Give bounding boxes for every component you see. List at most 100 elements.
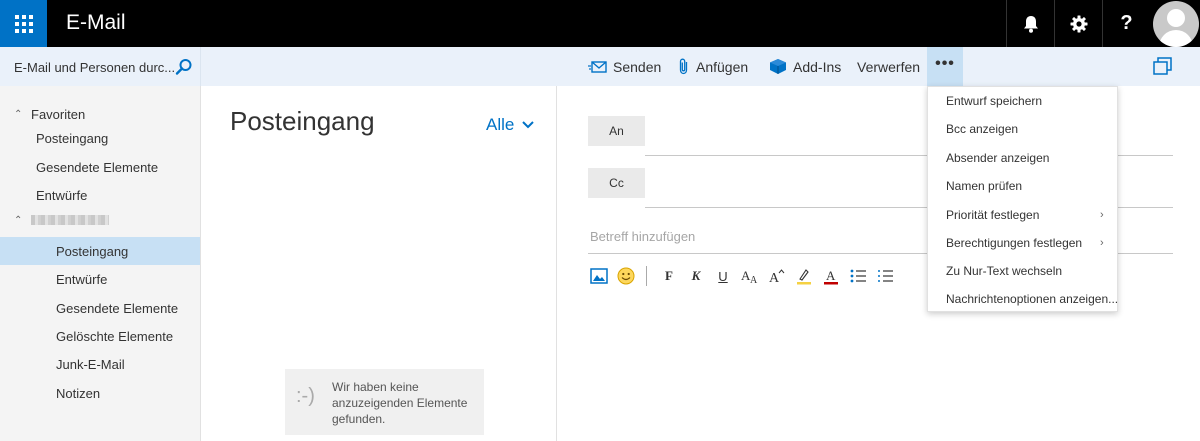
folder-item-label: Gelöschte Elemente xyxy=(56,328,174,344)
emoji-icon xyxy=(617,267,635,285)
chevron-right-icon: › xyxy=(1100,237,1104,249)
addins-icon xyxy=(770,59,786,74)
page-title: Posteingang xyxy=(230,106,375,136)
paperclip-icon xyxy=(679,58,688,75)
attach-label: Anfügen xyxy=(696,58,749,75)
notifications-button[interactable] xyxy=(1006,0,1054,47)
menu-item-save-draft[interactable]: Entwurf speichern xyxy=(928,87,1117,115)
menu-item-show-bcc[interactable]: Bcc anzeigen xyxy=(928,115,1117,143)
folder-item-label: Posteingang xyxy=(56,243,129,259)
empty-state-text: Wir haben keine anzuzeigenden Elemente g… xyxy=(332,380,468,426)
favorite-item-inbox[interactable]: Posteingang xyxy=(0,124,200,152)
attach-button[interactable]: Anfügen xyxy=(678,47,748,86)
more-options-menu: Entwurf speichern Bcc anzeigen Absender … xyxy=(927,86,1118,312)
app-title: E-Mail xyxy=(66,11,126,34)
favorite-item-label: Posteingang xyxy=(36,130,109,146)
italic-button[interactable]: K xyxy=(685,265,707,287)
favorites-label: Favoriten xyxy=(31,106,86,122)
underline-button[interactable]: U xyxy=(712,265,734,287)
account-name-blurred xyxy=(31,215,109,225)
menu-item-label: Namen prüfen xyxy=(946,179,1023,193)
cc-button[interactable]: Cc xyxy=(588,168,645,198)
folder-item-notes[interactable]: Notizen xyxy=(0,379,200,407)
grow-font-button[interactable]: A xyxy=(766,265,788,287)
folder-item-label: Entwürfe xyxy=(56,271,108,287)
folder-item-label: Notizen xyxy=(56,385,101,401)
menu-item-set-permissions[interactable]: Berechtigungen festlegen › xyxy=(928,229,1117,257)
font-size-button[interactable]: A A xyxy=(739,265,761,287)
menu-item-message-options[interactable]: Nachrichtenoptionen anzeigen... xyxy=(928,285,1119,313)
menu-item-label: Absender anzeigen xyxy=(946,151,1050,165)
popout-icon[interactable] xyxy=(1153,57,1172,75)
menu-item-set-importance[interactable]: Priorität festlegen › xyxy=(928,201,1117,229)
font-color-icon: A xyxy=(824,268,838,285)
command-bar: E-Mail und Personen durc... Senden Anfüg… xyxy=(0,47,1200,86)
settings-button[interactable] xyxy=(1054,0,1102,47)
to-button[interactable]: An xyxy=(588,116,645,146)
menu-item-label: Zu Nur-Text wechseln xyxy=(946,264,1063,278)
format-toolbar: F K U A A A A xyxy=(588,264,901,288)
favorite-item-drafts[interactable]: Entwürfe xyxy=(0,181,200,209)
numbered-list-icon xyxy=(878,270,893,282)
chevron-down-icon xyxy=(522,121,535,129)
addins-label: Add-Ins xyxy=(793,58,842,75)
avatar-placeholder-icon xyxy=(1152,0,1199,47)
folder-item-label: Gesendete Elemente xyxy=(56,300,179,316)
svg-text:A: A xyxy=(826,268,836,283)
more-dots-icon: ••• xyxy=(935,54,955,72)
folder-item-junk[interactable]: Junk-E-Mail xyxy=(0,350,200,378)
folder-item-deleted[interactable]: Gelöschte Elemente xyxy=(0,322,200,350)
filter-dropdown[interactable]: Alle xyxy=(486,115,535,135)
menu-item-label: Berechtigungen festlegen xyxy=(946,236,1083,250)
folder-item-inbox[interactable]: Posteingang xyxy=(0,237,200,265)
discard-button[interactable]: Verwerfen xyxy=(857,47,920,86)
bullet-list-icon xyxy=(850,269,866,283)
numbering-button[interactable] xyxy=(874,265,896,287)
discard-label: Verwerfen xyxy=(857,58,921,75)
menu-item-check-names[interactable]: Namen prüfen xyxy=(928,172,1117,200)
message-list: Posteingang Alle :-) Wir haben keine anz… xyxy=(201,86,557,441)
menu-item-show-from[interactable]: Absender anzeigen xyxy=(928,144,1117,172)
send-label: Senden xyxy=(613,58,662,75)
menu-item-label: Entwurf speichern xyxy=(946,94,1043,108)
top-bar: E-Mail ? xyxy=(0,0,1200,47)
font-color-button[interactable]: A xyxy=(820,265,842,287)
menu-item-label: Priorität festlegen xyxy=(946,208,1040,222)
more-options-button[interactable]: ••• xyxy=(927,47,963,86)
account-header[interactable]: ⌃ xyxy=(0,206,200,234)
empty-state: :-) Wir haben keine anzuzeigenden Elemen… xyxy=(285,369,484,435)
favorite-item-label: Gesendete Elemente xyxy=(36,159,159,175)
highlight-icon xyxy=(797,269,811,285)
search-box[interactable]: E-Mail und Personen durc... xyxy=(0,47,201,86)
bold-button[interactable]: F xyxy=(658,265,680,287)
help-icon: ? xyxy=(1120,12,1133,34)
avatar[interactable] xyxy=(1151,0,1200,47)
font-size-icon: A A xyxy=(741,268,758,284)
folder-item-drafts[interactable]: Entwürfe xyxy=(0,265,200,293)
search-input[interactable]: E-Mail und Personen durc... xyxy=(14,60,174,75)
chevron-up-icon: ⌃ xyxy=(14,214,23,226)
filter-label: Alle xyxy=(486,115,515,134)
help-button[interactable]: ? xyxy=(1102,0,1150,47)
menu-item-label: Nachrichtenoptionen anzeigen... xyxy=(946,292,1119,306)
highlight-button[interactable] xyxy=(793,265,815,287)
chevron-right-icon: › xyxy=(1100,209,1104,221)
folder-item-sent[interactable]: Gesendete Elemente xyxy=(0,294,200,322)
favorite-item-label: Entwürfe xyxy=(36,187,88,203)
addins-button[interactable]: Add-Ins xyxy=(769,47,841,86)
send-button[interactable]: Senden xyxy=(588,47,661,86)
bell-icon xyxy=(1023,15,1038,33)
favorite-item-sent[interactable]: Gesendete Elemente xyxy=(0,153,200,181)
app-launcher-icon[interactable] xyxy=(0,0,47,47)
insert-picture-button[interactable] xyxy=(588,265,610,287)
folder-item-label: Junk-E-Mail xyxy=(56,356,125,372)
folder-pane: ⌃ Favoriten Posteingang Gesendete Elemen… xyxy=(0,86,201,441)
search-icon[interactable] xyxy=(175,58,193,76)
gear-icon xyxy=(1070,15,1087,32)
bullets-button[interactable] xyxy=(847,265,869,287)
toolbar-divider xyxy=(646,266,647,286)
menu-item-plain-text[interactable]: Zu Nur-Text wechseln xyxy=(928,257,1117,285)
empty-face-icon: :-) xyxy=(296,385,315,407)
menu-item-label: Bcc anzeigen xyxy=(946,122,1019,136)
emoji-button[interactable] xyxy=(615,265,637,287)
